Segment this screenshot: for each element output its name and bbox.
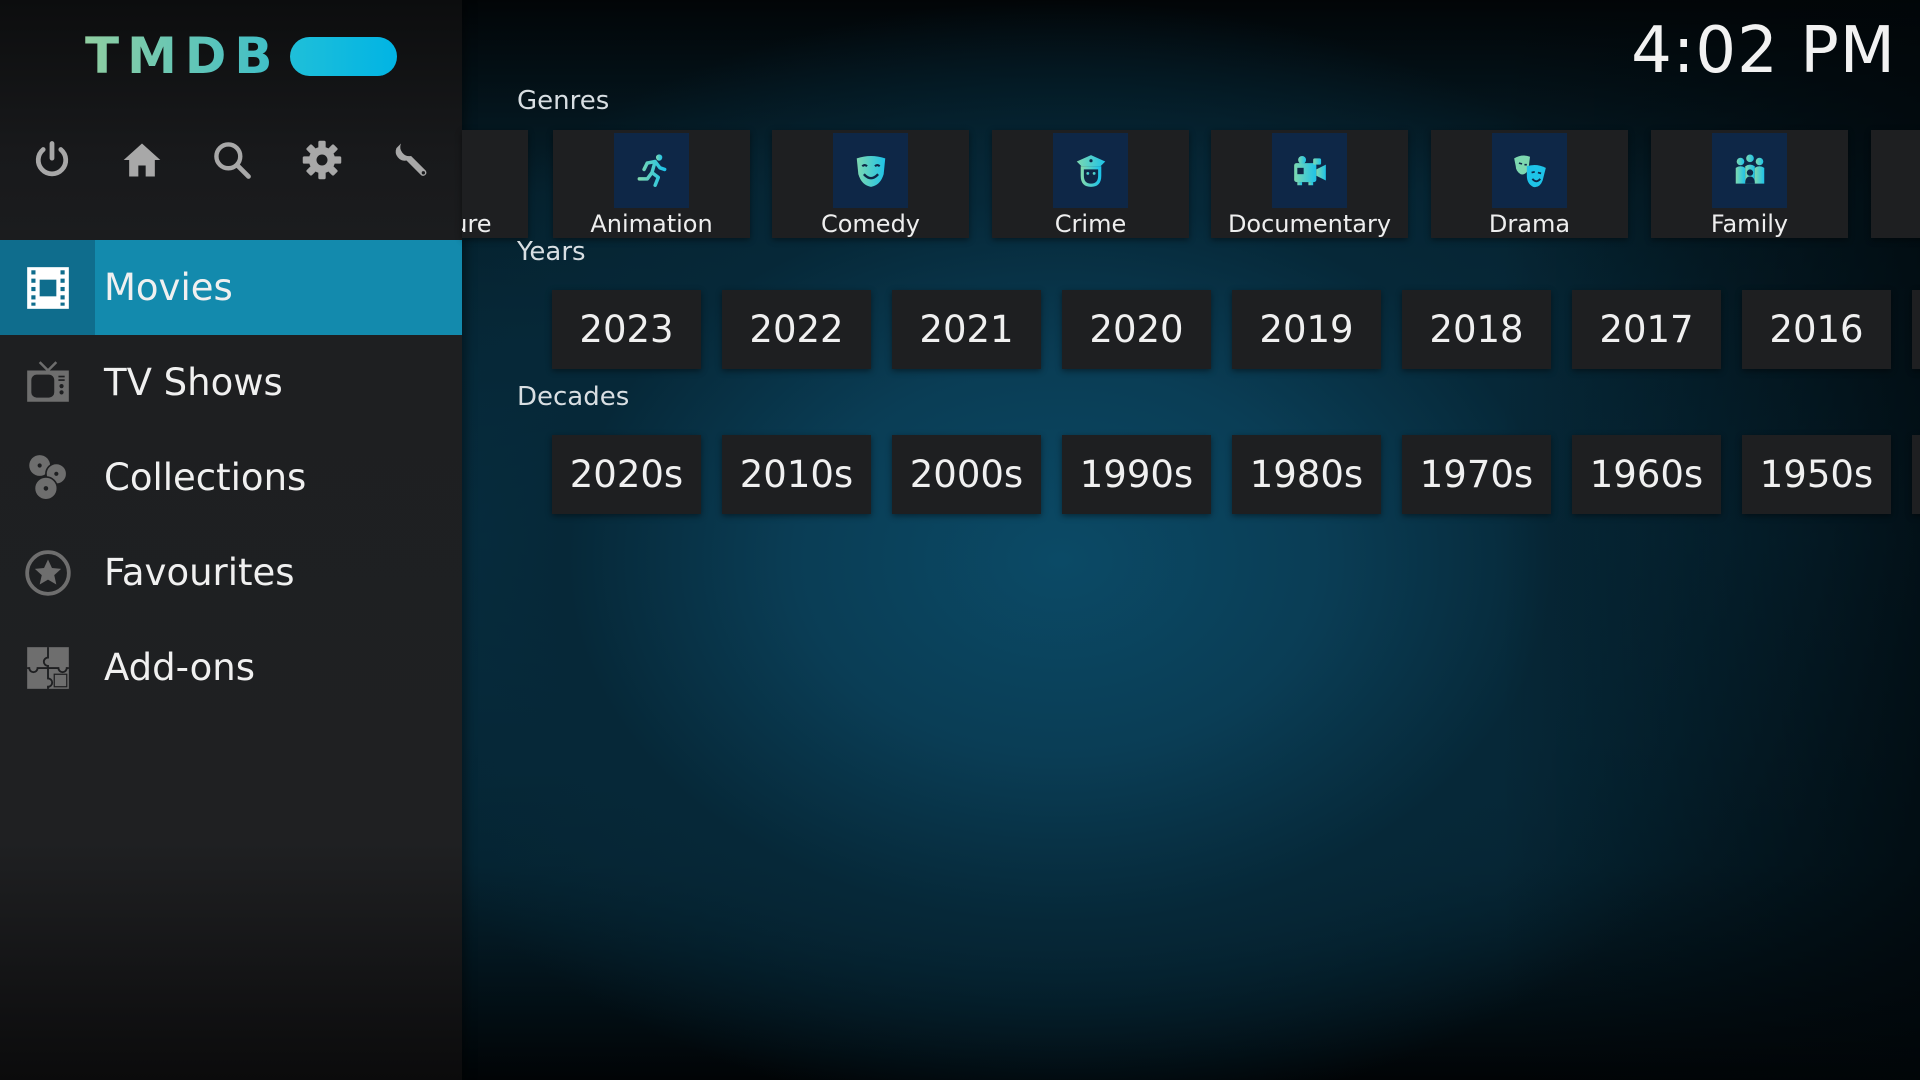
genre-label: Adventure: [462, 210, 492, 238]
running-figure-icon: [637, 153, 666, 187]
genres-heading: Genres: [517, 86, 610, 116]
tmdb-logo: TMDB: [85, 27, 398, 85]
sidebar-item-label: Favourites: [104, 551, 295, 594]
genre-label: Animation: [590, 210, 713, 238]
decade-tile[interactable]: 2000s: [892, 435, 1041, 514]
sidebar-item-collections[interactable]: Collections: [0, 430, 462, 525]
star-icon: [24, 549, 71, 596]
power-icon: [35, 141, 69, 177]
decade-tile[interactable]: 1950s: [1742, 435, 1891, 514]
genre-card-documentary[interactable]: Documentary: [1211, 130, 1408, 238]
year-tile-next-partial[interactable]: [1912, 290, 1920, 369]
genre-card-family[interactable]: Family: [1651, 130, 1848, 238]
logo-pill: [290, 36, 398, 76]
year-tile[interactable]: 2022: [722, 290, 871, 369]
logo-text: TMDB: [85, 27, 281, 85]
comedy-mask-icon: [856, 155, 885, 187]
film-icon: [26, 266, 69, 309]
genre-label: Crime: [1054, 210, 1127, 238]
power-button[interactable]: [30, 138, 74, 182]
home-button[interactable]: [120, 138, 164, 182]
drama-masks-icon: [1513, 154, 1546, 187]
sidebar-item-label: TV Shows: [104, 361, 283, 404]
gear-icon: [302, 140, 342, 180]
decade-tile[interactable]: 1980s: [1232, 435, 1381, 514]
year-tile[interactable]: 2016: [1742, 290, 1891, 369]
home-icon: [123, 143, 161, 177]
search-button[interactable]: [210, 138, 254, 182]
sidebar-item-add-ons[interactable]: Add-ons: [0, 620, 462, 715]
police-officer-icon: [1076, 154, 1105, 187]
sidebar: TMDB Movies TV Shows Collections Favouri…: [0, 0, 462, 1080]
genre-label: Comedy: [820, 210, 921, 238]
tv-icon: [26, 360, 69, 402]
genre-label: Documentary: [1227, 210, 1392, 238]
year-tile[interactable]: 2018: [1402, 290, 1551, 369]
sidebar-menu: Movies TV Shows Collections Favourites A…: [0, 240, 462, 715]
sidebar-item-tv-shows[interactable]: TV Shows: [0, 335, 462, 430]
genre-label: Family: [1710, 210, 1789, 238]
sidebar-item-label: Add-ons: [104, 646, 256, 689]
decade-tile[interactable]: 1960s: [1572, 435, 1721, 514]
genre-card-drama[interactable]: Drama: [1431, 130, 1628, 238]
decade-tile[interactable]: 2020s: [552, 435, 701, 514]
wrench-icon: [395, 143, 427, 176]
settings-button[interactable]: [300, 138, 344, 182]
year-tile[interactable]: 2019: [1232, 290, 1381, 369]
year-tile[interactable]: 2017: [1572, 290, 1721, 369]
genre-card-animation[interactable]: Animation: [553, 130, 750, 238]
genre-label: Drama: [1488, 210, 1571, 238]
clock: 4:02 PM: [1631, 14, 1896, 88]
year-tile[interactable]: 2023: [552, 290, 701, 369]
decade-tile[interactable]: 1970s: [1402, 435, 1551, 514]
year-tile[interactable]: 2021: [892, 290, 1041, 369]
decade-tile[interactable]: 2010s: [722, 435, 871, 514]
collections-icon: [28, 454, 68, 501]
puzzle-icon: [26, 646, 69, 689]
genre-card-next-partial[interactable]: [1871, 130, 1920, 238]
decades-heading: Decades: [517, 382, 630, 412]
years-heading: Years: [517, 237, 586, 267]
year-tile[interactable]: 2020: [1062, 290, 1211, 369]
genre-card-comedy[interactable]: Comedy: [772, 130, 969, 238]
sidebar-item-movies[interactable]: Movies: [0, 240, 462, 335]
genre-card-adventure[interactable]: Adventure: [462, 130, 528, 238]
decade-tile[interactable]: 1990s: [1062, 435, 1211, 514]
sidebar-item-favourites[interactable]: Favourites: [0, 525, 462, 620]
sidebar-item-label: Movies: [104, 266, 233, 309]
family-icon: [1735, 154, 1764, 184]
sidebar-item-label: Collections: [104, 456, 307, 499]
search-icon: [214, 142, 251, 179]
video-camera-icon: [1293, 155, 1326, 185]
decade-tile-next-partial[interactable]: [1912, 435, 1920, 514]
tools-button[interactable]: [390, 138, 434, 182]
genre-card-crime[interactable]: Crime: [992, 130, 1189, 238]
top-icon-bar: [0, 138, 462, 182]
